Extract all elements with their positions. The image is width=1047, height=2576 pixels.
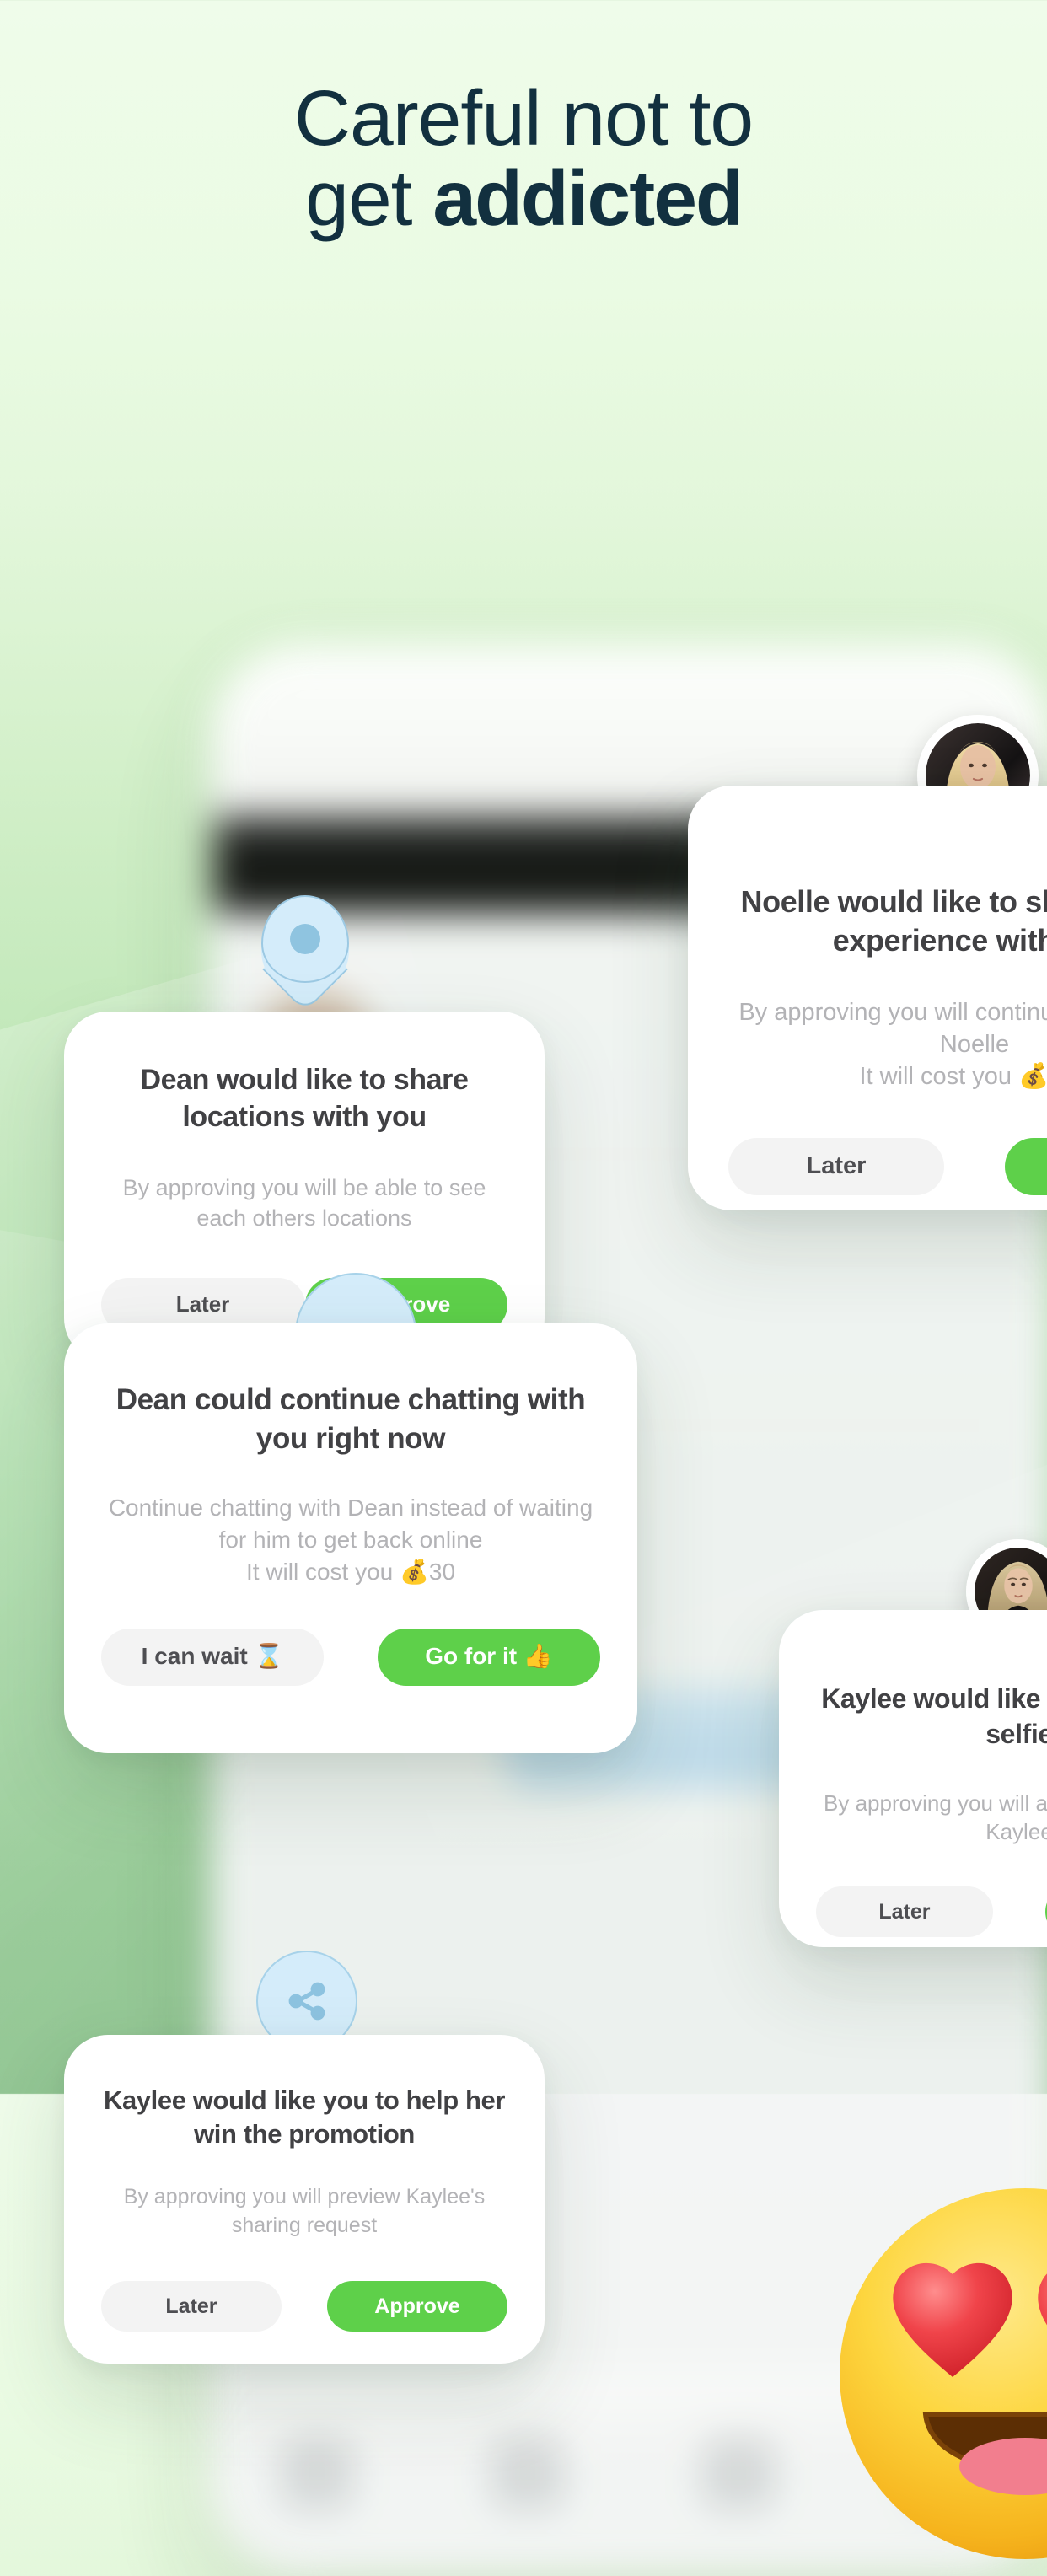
later-button[interactable]: Later [101, 2280, 282, 2332]
phone-nav-icon [490, 2436, 564, 2510]
later-button[interactable]: Later [816, 1886, 993, 1938]
approve-button[interactable]: Approve [1005, 1138, 1047, 1196]
heart-eyes-emoji [831, 2180, 1047, 2568]
go-for-it-button[interactable]: Go for it 👍 [378, 1628, 600, 1686]
card-actions: Later Approve [101, 2280, 507, 2332]
card-title: Dean would like to share locations with … [140, 1064, 469, 1133]
card-noelle-experience: Noelle would like to share her US experi… [688, 786, 1047, 1210]
card-subtitle: By approving you will continue chatting … [738, 1000, 1047, 1092]
location-pin-icon [261, 895, 349, 1012]
card-title: Kaylee would like you to help her win th… [103, 2087, 505, 2150]
card-actions: Later Approve [728, 1138, 1047, 1196]
card-subtitle: Continue chatting with Dean instead of w… [108, 1493, 593, 1585]
card-title: Dean could continue chatting with you ri… [115, 1382, 586, 1455]
phone-nav-icon [701, 2436, 775, 2510]
later-button[interactable]: Later [728, 1138, 944, 1196]
card-kaylee-selfie: Kaylee would like to send you a selfie B… [779, 1610, 1047, 1947]
card-title: Kaylee would like to send you a selfie [821, 1686, 1047, 1750]
card-subtitle: By approving you will accept a picture o… [824, 1790, 1047, 1844]
card-actions: Later Approve [816, 1886, 1047, 1938]
share-icon-glyph [288, 1982, 325, 2021]
phone-nav-icon [279, 2436, 353, 2510]
card-subtitle: By approving you will preview Kaylee's s… [123, 2185, 486, 2237]
i-can-wait-button[interactable]: I can wait ⌛ [101, 1628, 324, 1686]
approve-button[interactable]: Approve [327, 2280, 507, 2332]
card-title: Noelle would like to share her US experi… [740, 885, 1047, 958]
card-actions: I can wait ⌛ Go for it 👍 [101, 1628, 600, 1686]
card-subtitle: By approving you will be able to see eac… [122, 1174, 486, 1231]
card-kaylee-promotion: Kaylee would like you to help her win th… [64, 2035, 545, 2364]
heart-eyes-emoji-glyph [840, 2188, 1047, 2559]
card-dean-continue-chat: Dean could continue chatting with you ri… [64, 1323, 637, 1753]
